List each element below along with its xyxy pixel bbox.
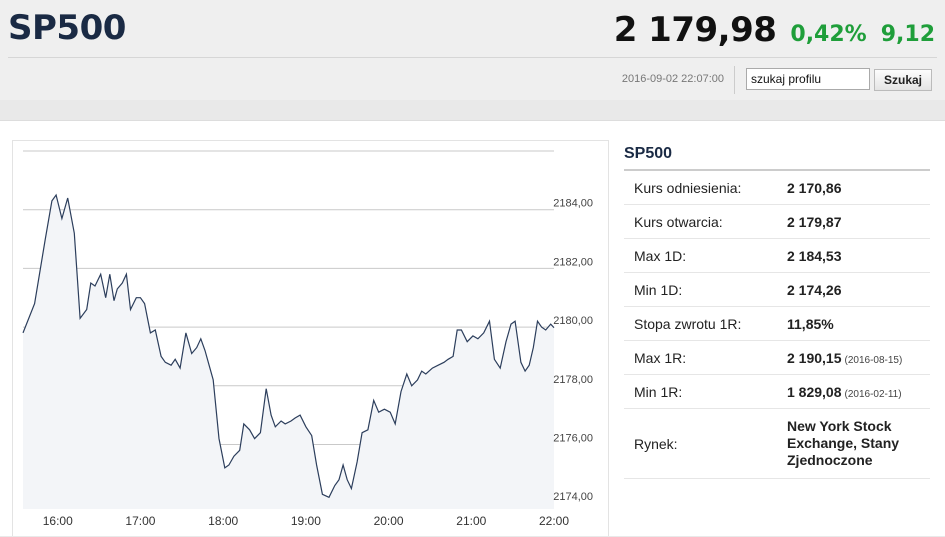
quote-header: SP500 2 179,98 0,42% 9,12 2016-09-02 22:…: [0, 0, 945, 100]
info-label: Max 1R:: [634, 349, 687, 366]
info-value: 11,85%: [787, 315, 834, 332]
y-tick-label: 2178,00: [553, 374, 593, 386]
x-tick-label: 21:00: [456, 514, 486, 528]
x-tick-label: 17:00: [125, 514, 155, 528]
x-tick-label: 20:00: [374, 514, 404, 528]
info-value: New York Stock Exchange, Stany Zjednoczo…: [787, 418, 900, 468]
quote-timestamp: 2016-09-02 22:07:00: [621, 73, 724, 85]
info-label: Min 1R:: [634, 383, 683, 400]
last-price: 2 179,98: [613, 10, 777, 50]
x-tick-label: 18:00: [208, 514, 238, 528]
y-axis-ticks: 2174,00 2176,00 2178,00 2180,00 2182,00 2184,…: [553, 198, 593, 503]
info-row-open: Kurs otwarcia: 2 179,87: [624, 205, 930, 239]
info-value: 2 190,15 (2016-08-15): [787, 350, 902, 366]
info-row-min-1d: Min 1D: 2 174,26: [624, 273, 930, 307]
x-tick-label: 22:00: [539, 514, 569, 528]
price-block: 2 179,98 0,42% 9,12: [614, 10, 935, 50]
y-tick-label: 2176,00: [553, 432, 593, 444]
header-divider: [8, 57, 937, 58]
info-row-max-1y: Max 1R: 2 190,15 (2016-08-15): [624, 341, 930, 375]
info-date: (2016-08-15): [844, 354, 903, 366]
instrument-info: SP500 Kurs odniesienia: 2 170,86 Kurs ot…: [624, 140, 930, 479]
info-label: Kurs odniesienia:: [634, 179, 742, 196]
info-value-text: 1 829,08: [787, 383, 842, 400]
info-value: 1 829,08 (2016-02-11): [787, 384, 902, 400]
info-title: SP500: [624, 140, 930, 171]
price-area: [23, 195, 554, 509]
info-row-max-1d: Max 1D: 2 184,53: [624, 239, 930, 273]
search-button[interactable]: Szukaj: [874, 69, 932, 91]
info-value: 2 184,53: [787, 247, 842, 264]
ticker-symbol: SP500: [8, 8, 126, 48]
info-label: Kurs otwarcia:: [634, 213, 723, 230]
y-tick-label: 2180,00: [553, 315, 593, 327]
info-row-reference: Kurs odniesienia: 2 170,86: [624, 171, 930, 205]
info-row-return-1y: Stopa zwrotu 1R: 11,85%: [624, 307, 930, 341]
info-value: 2 170,86: [787, 179, 842, 196]
info-label: Max 1D:: [634, 247, 687, 264]
info-value-text: 2 190,15: [787, 349, 842, 366]
x-tick-label: 16:00: [43, 514, 73, 528]
info-label: Stopa zwrotu 1R:: [634, 315, 742, 332]
info-date: (2016-02-11): [844, 388, 902, 400]
x-axis-ticks: 16:00 17:00 18:00 19:00 20:00 21:00 22:00: [43, 514, 570, 528]
info-row-market: Rynek: New York Stock Exchange, Stany Zj…: [624, 409, 930, 479]
y-tick-label: 2182,00: [553, 256, 593, 268]
change-percent: 0,42%: [790, 22, 867, 47]
change-absolute: 9,12: [880, 22, 935, 47]
search-separator: [734, 66, 735, 94]
search-input[interactable]: [746, 68, 870, 90]
y-tick-label: 2174,00: [553, 491, 593, 503]
x-tick-label: 19:00: [291, 514, 321, 528]
y-tick-label: 2184,00: [553, 198, 593, 210]
info-label: Min 1D:: [634, 281, 683, 298]
info-row-min-1y: Min 1R: 1 829,08 (2016-02-11): [624, 375, 930, 409]
info-value: 2 174,26: [787, 281, 842, 298]
intraday-chart: 2174,00 2176,00 2178,00 2180,00 2182,00 2184,…: [12, 140, 609, 536]
info-label: Rynek:: [634, 435, 678, 452]
info-value: 2 179,87: [787, 213, 842, 230]
chart-svg: 2174,00 2176,00 2178,00 2180,00 2182,00 2184,…: [22, 150, 593, 528]
